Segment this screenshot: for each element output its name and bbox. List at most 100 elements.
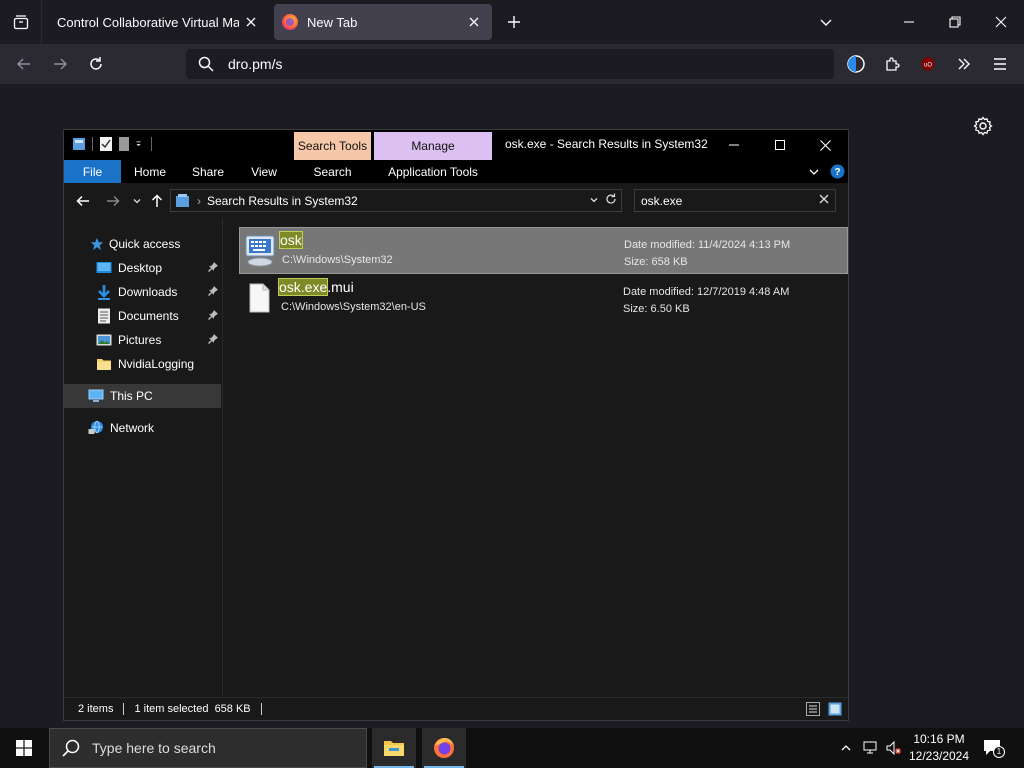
start-button[interactable] — [0, 728, 48, 768]
close-icon — [469, 17, 479, 27]
address-bar-row: › Search Results in System32 osk.exe — [64, 183, 848, 218]
new-tab-settings-button[interactable] — [972, 115, 994, 137]
nav-item-this-pc[interactable]: This PC — [64, 384, 221, 408]
close-icon — [819, 139, 831, 151]
nav-item-network[interactable]: Network — [64, 416, 221, 440]
show-hidden-icons-button[interactable] — [836, 728, 856, 768]
search-query: osk.exe — [641, 193, 683, 208]
tab-close-button[interactable] — [239, 10, 263, 34]
large-icons-view-icon[interactable] — [828, 702, 842, 716]
ublock-button[interactable]: uO — [914, 50, 942, 78]
list-all-tabs-button[interactable] — [814, 10, 838, 34]
back-button[interactable] — [10, 50, 38, 78]
windows-taskbar: Type here to search 10:16 PM 12/23/2024 … — [0, 728, 1024, 768]
minimize-icon — [729, 144, 739, 146]
details-view-icon[interactable] — [806, 702, 820, 716]
reload-button[interactable] — [82, 50, 110, 78]
restore-button[interactable] — [943, 10, 967, 34]
gear-icon — [973, 116, 993, 136]
taskbar-firefox[interactable] — [422, 728, 466, 768]
search-results-icon — [176, 193, 189, 207]
toolbar-separator — [92, 137, 93, 151]
file-explorer-window: Search Tools Manage osk.exe - Search Res… — [63, 129, 849, 721]
nav-item-documents[interactable]: Documents — [64, 304, 221, 328]
menu-button[interactable] — [986, 50, 1014, 78]
nav-item-downloads[interactable]: Downloads — [64, 280, 221, 304]
result-row-osk-exe-mui[interactable]: osk.exe.mui C:\Windows\System32\en-US Da… — [239, 275, 848, 322]
navigation-pane: Quick access Desktop Downloads Documents… — [64, 218, 221, 697]
ribbon-tab-search[interactable]: Search — [294, 160, 371, 183]
explorer-close-button[interactable] — [802, 130, 848, 160]
pin-icon — [208, 310, 218, 320]
properties-icon[interactable] — [99, 136, 113, 152]
customize-toolbar-icon[interactable] — [135, 136, 145, 152]
nav-item-pictures[interactable]: Pictures — [64, 328, 221, 352]
downloads-icon — [98, 285, 110, 300]
url-bar[interactable]: dro.pm/s — [186, 49, 834, 79]
size-label: Size: — [623, 303, 648, 315]
minimize-button[interactable] — [897, 10, 921, 34]
size-value: 658 KB — [651, 256, 688, 268]
new-tab-button[interactable] — [502, 10, 526, 34]
folder-icon — [97, 359, 111, 370]
ribbon-tab-view[interactable]: View — [240, 160, 288, 183]
ribbon-tab-application-tools[interactable]: Application Tools — [374, 160, 492, 183]
clear-search-button[interactable] — [819, 193, 829, 207]
arrow-right-icon — [107, 195, 120, 207]
on-screen-keyboard-icon — [245, 235, 275, 267]
nav-item-desktop[interactable]: Desktop — [64, 256, 221, 280]
nav-label: Desktop — [118, 261, 163, 275]
network-tray-button[interactable] — [860, 728, 882, 768]
nav-label: Downloads — [118, 285, 178, 299]
file-explorer-icon — [384, 741, 404, 756]
tab-close-button[interactable] — [462, 10, 486, 34]
expand-ribbon-button[interactable] — [804, 160, 824, 183]
result-meta: Date modified: 11/4/2024 4:13 PM Size: 6… — [624, 237, 790, 271]
nav-label: This PC — [110, 389, 153, 403]
volume-tray-button[interactable] — [884, 728, 904, 768]
explorer-minimize-button[interactable] — [711, 130, 757, 160]
taskbar-search-box[interactable]: Type here to search — [49, 728, 367, 768]
tab-list-button[interactable] — [0, 0, 42, 44]
close-window-button[interactable] — [989, 10, 1013, 34]
ribbon-tab-share[interactable]: Share — [180, 160, 236, 183]
windows-logo-icon — [16, 740, 32, 756]
nav-item-quick-access[interactable]: Quick access — [64, 232, 221, 256]
pc-icon — [88, 389, 104, 402]
explorer-app-icon — [73, 138, 85, 150]
result-name: osk — [279, 231, 303, 249]
browser-nav-bar: dro.pm/s uO — [0, 44, 1024, 84]
up-button[interactable] — [148, 192, 166, 210]
nav-label: Network — [110, 421, 155, 435]
explorer-back-button[interactable] — [74, 192, 92, 210]
selection-info: 1 item selected 658 KB — [134, 703, 251, 715]
result-row-osk[interactable]: osk C:\Windows\System32 Date modified: 1… — [239, 227, 848, 274]
explorer-search-input[interactable]: osk.exe — [634, 189, 836, 212]
address-dropdown-button[interactable] — [589, 194, 599, 208]
ribbon-tab-file[interactable]: File — [64, 160, 121, 183]
minimize-icon — [904, 21, 914, 23]
taskbar-file-explorer[interactable] — [372, 728, 416, 768]
address-field[interactable]: › Search Results in System32 — [170, 189, 622, 212]
more-tools-button[interactable] — [950, 50, 978, 78]
recent-locations-button[interactable] — [128, 192, 146, 210]
explorer-forward-button[interactable] — [104, 192, 122, 210]
ribbon-tab-home[interactable]: Home — [124, 160, 176, 183]
help-button[interactable]: ? — [826, 160, 848, 183]
forward-button[interactable] — [46, 50, 74, 78]
vpn-button[interactable] — [842, 50, 870, 78]
tab-control-collaborative[interactable]: Control Collaborative Virtual Machi — [43, 4, 269, 40]
refresh-button[interactable] — [605, 193, 617, 208]
explorer-maximize-button[interactable] — [757, 130, 803, 160]
arrow-right-icon — [54, 58, 67, 70]
extensions-button[interactable] — [878, 50, 906, 78]
window-title: osk.exe - Search Results in System32 — [505, 137, 708, 151]
taskbar-clock[interactable]: 10:16 PM 12/23/2024 — [904, 731, 974, 765]
tab-title: Control Collaborative Virtual Machi — [57, 14, 239, 30]
new-folder-icon[interactable] — [117, 136, 131, 152]
ublock-icon: uO — [922, 57, 934, 71]
file-icon — [249, 283, 270, 313]
notification-center-button[interactable]: 1 — [980, 728, 1006, 768]
nav-item-nvidialogging[interactable]: NvidiaLogging — [64, 352, 221, 376]
tab-new-tab[interactable]: New Tab — [274, 4, 492, 40]
